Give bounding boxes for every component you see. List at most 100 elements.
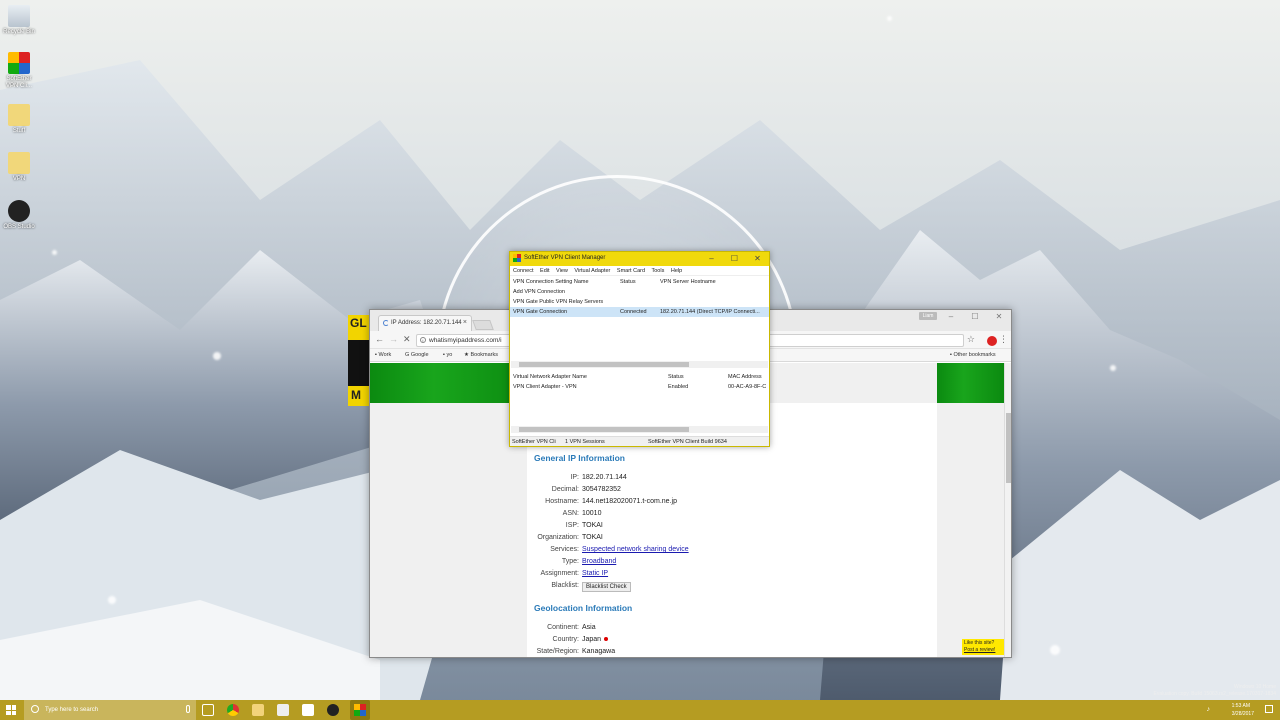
row-label: ASN: bbox=[562, 510, 579, 517]
clock-date[interactable]: 3/28/2017 bbox=[1232, 711, 1254, 717]
close-button[interactable]: ✕ bbox=[746, 252, 769, 266]
row-value: Kanagawa bbox=[582, 648, 615, 655]
row-label: Assignment: bbox=[540, 570, 579, 577]
mail-icon[interactable] bbox=[302, 704, 314, 716]
softether-app-icon bbox=[354, 704, 366, 716]
geo-info-row: Country: Japan bbox=[527, 636, 937, 647]
minimize-button[interactable]: – bbox=[700, 252, 723, 266]
row-label: ISP: bbox=[565, 522, 579, 529]
column-header[interactable]: Virtual Network Adapter Name bbox=[513, 374, 587, 380]
task-view-icon[interactable] bbox=[202, 704, 214, 716]
obs-icon[interactable] bbox=[327, 704, 339, 716]
microphone-icon[interactable] bbox=[186, 705, 190, 713]
menu-connect[interactable]: Connect bbox=[513, 268, 534, 274]
menu-smart-card[interactable]: Smart Card bbox=[617, 268, 645, 274]
general-ip-heading: General IP Information bbox=[534, 453, 626, 463]
bookmark-work[interactable]: ▪ Work bbox=[375, 352, 391, 358]
back-icon[interactable]: ← bbox=[375, 334, 384, 344]
row-label: Type: bbox=[561, 558, 579, 565]
menu-edit[interactable]: Edit bbox=[540, 268, 549, 274]
maximize-button[interactable]: ☐ bbox=[723, 252, 746, 266]
column-header[interactable]: MAC Address bbox=[728, 374, 762, 380]
desktop-icon-stuff[interactable]: Stuff bbox=[2, 104, 36, 135]
horizontal-scrollbar[interactable] bbox=[511, 426, 768, 433]
close-button[interactable]: ✕ bbox=[987, 310, 1011, 324]
notification-icon[interactable] bbox=[1265, 705, 1273, 713]
column-header[interactable]: Status bbox=[668, 374, 684, 380]
extension-icon[interactable] bbox=[987, 336, 997, 346]
menu-virtual-adapter[interactable]: Virtual Adapter bbox=[574, 268, 610, 274]
connection-row[interactable]: VPN Gate Public VPN Relay Servers bbox=[510, 297, 769, 307]
chrome-menu-icon[interactable]: ⋮ bbox=[999, 334, 1008, 345]
menu-help[interactable]: Help bbox=[671, 268, 682, 274]
connection-host: 182.20.71.144 (Direct TCP/IP Connecti... bbox=[660, 309, 760, 315]
other-bookmarks[interactable]: ▪ Other bookmarks bbox=[950, 352, 996, 358]
snowflake bbox=[1050, 645, 1060, 655]
bookmark-star-icon[interactable]: ☆ bbox=[967, 334, 975, 345]
maximize-button[interactable]: ☐ bbox=[963, 310, 987, 324]
file-explorer-icon[interactable] bbox=[252, 704, 264, 716]
column-header[interactable]: Status bbox=[620, 279, 636, 285]
speaker-icon[interactable]: ♪ bbox=[1207, 706, 1211, 713]
column-header[interactable]: VPN Connection Setting Name bbox=[513, 279, 589, 285]
bookmark-yo[interactable]: ▪ yo bbox=[443, 352, 452, 358]
site-header-banner bbox=[370, 363, 530, 403]
row-link[interactable]: Suspected network sharing device bbox=[582, 546, 689, 553]
new-tab-button[interactable] bbox=[472, 320, 494, 330]
row-label: Decimal: bbox=[551, 486, 579, 493]
bookmark-bookmarks[interactable]: ★ Bookmarks bbox=[464, 352, 498, 358]
connection-row[interactable]: Add VPN Connection bbox=[510, 287, 769, 297]
row-link[interactable]: Broadband bbox=[582, 558, 616, 565]
snowflake bbox=[213, 352, 221, 360]
search-icon bbox=[31, 705, 39, 713]
snowflake bbox=[1110, 365, 1116, 371]
softether-taskbar-button[interactable] bbox=[350, 700, 370, 720]
desktop-icon-softether[interactable]: SoftEther VPN Cli... bbox=[2, 52, 36, 90]
geo-info-row: Continent: Asia bbox=[527, 624, 937, 635]
taskbar-search[interactable]: Type here to search bbox=[24, 700, 196, 720]
menu-tools[interactable]: Tools bbox=[651, 268, 664, 274]
horizontal-scrollbar[interactable] bbox=[511, 361, 768, 368]
geo-info-row: State/Region: Kanagawa bbox=[527, 648, 937, 657]
chrome-icon[interactable] bbox=[227, 704, 239, 716]
connection-name: Add VPN Connection bbox=[513, 289, 565, 295]
desktop-icon-vpn[interactable]: VPN bbox=[2, 152, 36, 183]
clock-time[interactable]: 1:53 AM bbox=[1232, 703, 1250, 709]
connection-row[interactable]: VPN Gate Connection Connected 182.20.71.14… bbox=[510, 307, 769, 317]
vpn-client-window: SoftEther VPN Client Manager – ☐ ✕ Conne… bbox=[509, 251, 770, 447]
snowflake bbox=[52, 250, 57, 255]
row-label: Services: bbox=[550, 546, 579, 553]
row-value: 182.20.71.144 bbox=[582, 474, 627, 481]
row-label: Continent: bbox=[547, 624, 579, 631]
row-value: 144.net182020071.t-com.ne.jp bbox=[582, 498, 677, 505]
start-button[interactable] bbox=[6, 705, 16, 715]
store-icon[interactable] bbox=[277, 704, 289, 716]
stop-icon[interactable]: ✕ bbox=[403, 334, 411, 345]
row-value: TOKAI bbox=[582, 522, 603, 529]
menu-view[interactable]: View bbox=[556, 268, 568, 274]
row-link[interactable]: Static IP bbox=[582, 570, 608, 577]
ip-info-row: Type: Broadband bbox=[527, 558, 937, 569]
row-label: Hostname: bbox=[545, 498, 579, 505]
browser-tab[interactable]: IP Address: 182.20.71.144 × bbox=[378, 315, 472, 331]
close-tab-icon[interactable]: × bbox=[463, 319, 467, 326]
blacklist-check-button[interactable]: Blacklist Check bbox=[582, 582, 631, 592]
profile-button[interactable]: Liam bbox=[919, 312, 937, 320]
connection-name: VPN Gate Public VPN Relay Servers bbox=[513, 299, 604, 305]
folder-icon bbox=[8, 152, 30, 174]
connection-list-header: VPN Connection Setting Name Status VPN S… bbox=[510, 277, 769, 287]
forward-icon[interactable]: → bbox=[389, 334, 398, 344]
page-scrollbar[interactable] bbox=[1004, 363, 1011, 657]
adapter-row[interactable]: VPN Client Adapter - VPN Enabled 00-AC-A… bbox=[510, 382, 769, 392]
desktop-icon-recycle-bin[interactable]: Recycle Bin bbox=[2, 5, 36, 36]
ip-info-row: ISP: TOKAI bbox=[527, 522, 937, 533]
ip-info-row: Assignment: Static IP bbox=[527, 570, 937, 581]
snowflake bbox=[108, 596, 116, 604]
review-badge[interactable]: Like this site? Post a review! bbox=[962, 639, 1004, 655]
column-header[interactable]: VPN Server Hostname bbox=[660, 279, 716, 285]
obs-icon bbox=[8, 200, 30, 222]
desktop-icon-obs[interactable]: OBS Studio bbox=[2, 200, 36, 231]
connection-name: VPN Gate Connection bbox=[513, 309, 568, 315]
bookmark-google[interactable]: G Google bbox=[405, 352, 429, 358]
minimize-button[interactable]: – bbox=[939, 310, 963, 324]
